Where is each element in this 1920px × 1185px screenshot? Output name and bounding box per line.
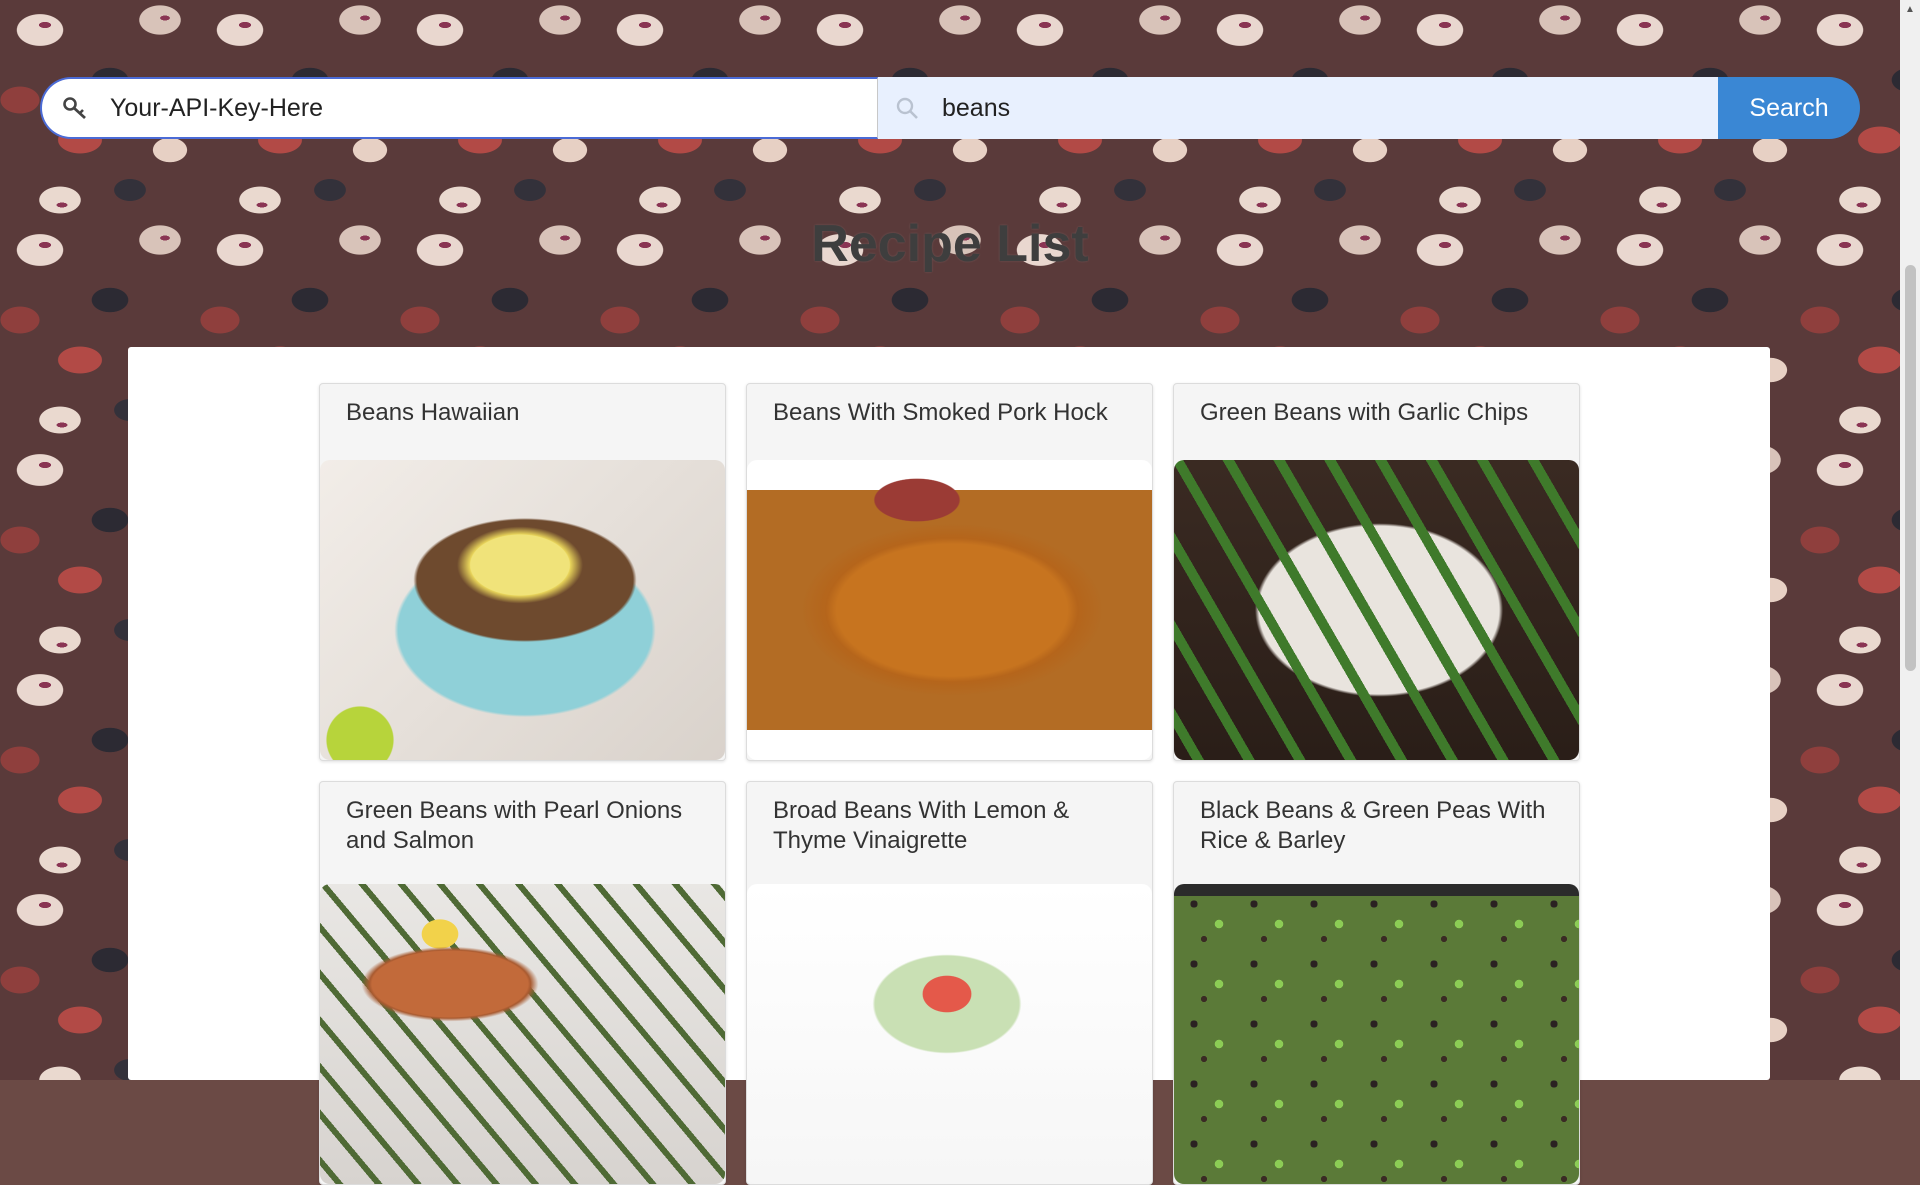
recipe-card[interactable]: Black Beans & Green Peas With Rice & Bar… bbox=[1173, 781, 1580, 1185]
recipe-image[interactable] bbox=[1174, 884, 1579, 1184]
api-key-input[interactable] bbox=[110, 88, 877, 128]
recipe-title: Green Beans with Garlic Chips bbox=[1200, 399, 1529, 426]
recipe-card[interactable]: Green Beans with Pearl Onions and Salmon bbox=[319, 781, 726, 1185]
recipe-card[interactable]: Broad Beans With Lemon & Thyme Vinaigret… bbox=[746, 781, 1153, 1185]
search-input[interactable] bbox=[942, 88, 1718, 128]
recipe-image[interactable] bbox=[747, 884, 1152, 1184]
search-button[interactable]: Search bbox=[1718, 77, 1860, 139]
recipe-card[interactable]: Beans With Smoked Pork Hock bbox=[746, 383, 1153, 761]
key-icon bbox=[60, 93, 90, 123]
recipe-title: Green Beans with Pearl Onions and Salmon bbox=[346, 797, 683, 854]
api-key-field[interactable] bbox=[40, 77, 878, 139]
recipe-image[interactable] bbox=[1174, 460, 1579, 760]
search-bar: Search bbox=[40, 77, 1860, 139]
recipe-card[interactable]: Beans Hawaiian bbox=[319, 383, 726, 761]
scrollbar-thumb[interactable] bbox=[1905, 265, 1916, 671]
recipe-grid: Beans Hawaiian Beans With Smoked Pork Ho… bbox=[319, 383, 1581, 1185]
query-field[interactable] bbox=[878, 77, 1718, 139]
recipe-image[interactable] bbox=[320, 460, 725, 760]
recipe-title: Beans With Smoked Pork Hock bbox=[773, 399, 1108, 426]
recipe-image[interactable] bbox=[320, 884, 725, 1184]
scroll-up-arrow-icon[interactable]: ▲ bbox=[1900, 0, 1920, 18]
recipe-title: Beans Hawaiian bbox=[346, 399, 520, 426]
recipe-image[interactable] bbox=[747, 460, 1152, 760]
vertical-scrollbar[interactable]: ▲ bbox=[1900, 0, 1920, 1080]
recipe-title: Broad Beans With Lemon & Thyme Vinaigret… bbox=[773, 797, 1070, 854]
recipe-title: Black Beans & Green Peas With Rice & Bar… bbox=[1200, 797, 1546, 854]
page-title: Recipe List bbox=[811, 215, 1089, 273]
search-icon bbox=[892, 93, 922, 123]
recipe-card[interactable]: Green Beans with Garlic Chips bbox=[1173, 383, 1580, 761]
